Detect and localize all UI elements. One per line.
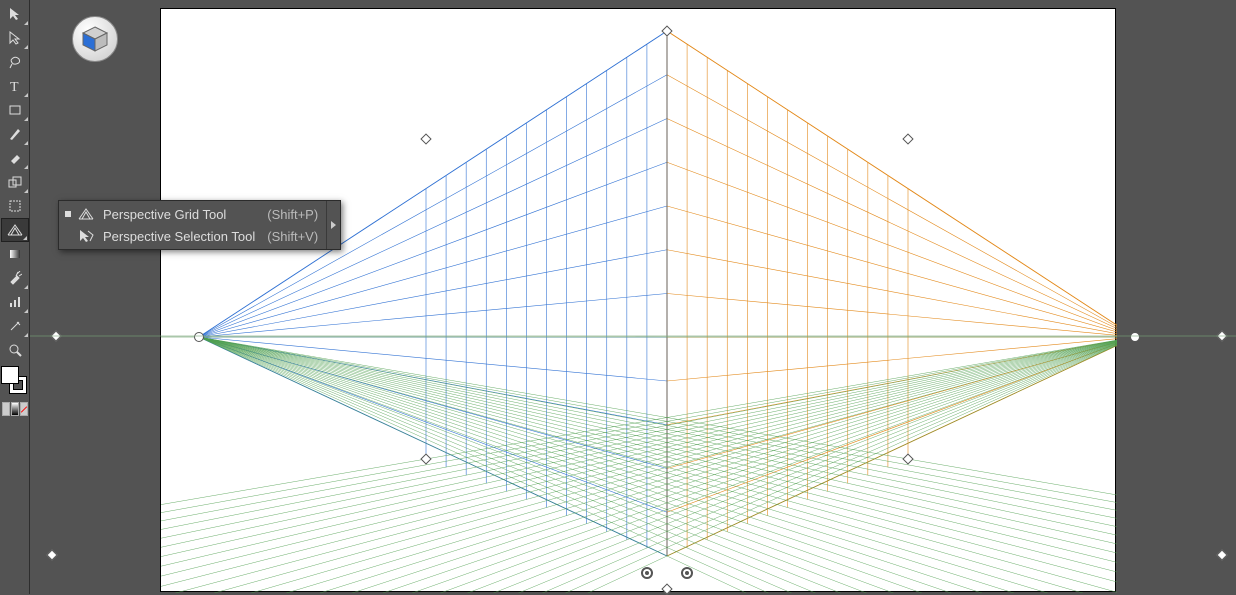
- perspective-cube-icon: [80, 24, 110, 54]
- tool-pencil[interactable]: [1, 122, 29, 146]
- tool-free-transform[interactable]: [1, 194, 29, 218]
- perspective-selection-icon: [77, 227, 95, 245]
- tool-perspective-grid[interactable]: [1, 218, 29, 242]
- fill-swatch[interactable]: [1, 366, 19, 384]
- flyout-label: Perspective Grid Tool: [103, 207, 226, 222]
- flyout-item-perspective-grid[interactable]: Perspective Grid Tool (Shift+P): [59, 203, 340, 225]
- tool-eraser[interactable]: [1, 146, 29, 170]
- color-mode-gradient[interactable]: [11, 402, 19, 416]
- flyout-shortcut: (Shift+P): [267, 207, 318, 222]
- vanishing-point-left[interactable]: [194, 332, 204, 342]
- tool-direct-selection[interactable]: [1, 26, 29, 50]
- ground-extent-right-handle[interactable]: [1216, 549, 1227, 560]
- tool-selection[interactable]: [1, 2, 29, 26]
- tool-type[interactable]: T: [1, 74, 29, 98]
- fill-stroke-swatch[interactable]: [1, 366, 29, 398]
- tool-slice[interactable]: [1, 314, 29, 338]
- color-mode-row: [1, 402, 29, 418]
- tool-lasso[interactable]: [1, 50, 29, 74]
- perspective-plane-widget[interactable]: [72, 16, 118, 62]
- artboard[interactable]: [160, 8, 1116, 592]
- tool-gradient[interactable]: [1, 242, 29, 266]
- ground-extent-left-handle[interactable]: [46, 549, 57, 560]
- tool-rectangle[interactable]: [1, 98, 29, 122]
- tool-scale[interactable]: [1, 170, 29, 194]
- perspective-grid-icon: [77, 205, 95, 223]
- color-mode-color[interactable]: [2, 402, 10, 416]
- grid-origin-right-handle[interactable]: [681, 567, 693, 579]
- flyout-tearoff-handle[interactable]: [326, 201, 340, 249]
- tools-panel: T: [0, 0, 30, 594]
- active-indicator-icon: [65, 211, 71, 217]
- flyout-item-perspective-selection[interactable]: Perspective Selection Tool (Shift+V): [59, 225, 340, 247]
- flyout-label: Perspective Selection Tool: [103, 229, 255, 244]
- perspective-tool-flyout: Perspective Grid Tool (Shift+P) Perspect…: [58, 200, 341, 250]
- tool-column-graph[interactable]: [1, 290, 29, 314]
- flyout-shortcut: (Shift+V): [267, 229, 318, 244]
- tool-symbol-sprayer[interactable]: [1, 266, 29, 290]
- horizon-extent-right-handle[interactable]: [1216, 330, 1227, 341]
- vanishing-point-right[interactable]: [1130, 332, 1140, 342]
- grid-origin-left-handle[interactable]: [641, 567, 653, 579]
- document-stage: Perspective Grid Tool (Shift+P) Perspect…: [30, 0, 1236, 594]
- tool-zoom[interactable]: [1, 338, 29, 362]
- color-mode-none[interactable]: [20, 402, 28, 416]
- svg-text:T: T: [10, 80, 19, 93]
- horizon-extent-left-handle[interactable]: [50, 330, 61, 341]
- perspective-grid-svg: [161, 9, 1117, 593]
